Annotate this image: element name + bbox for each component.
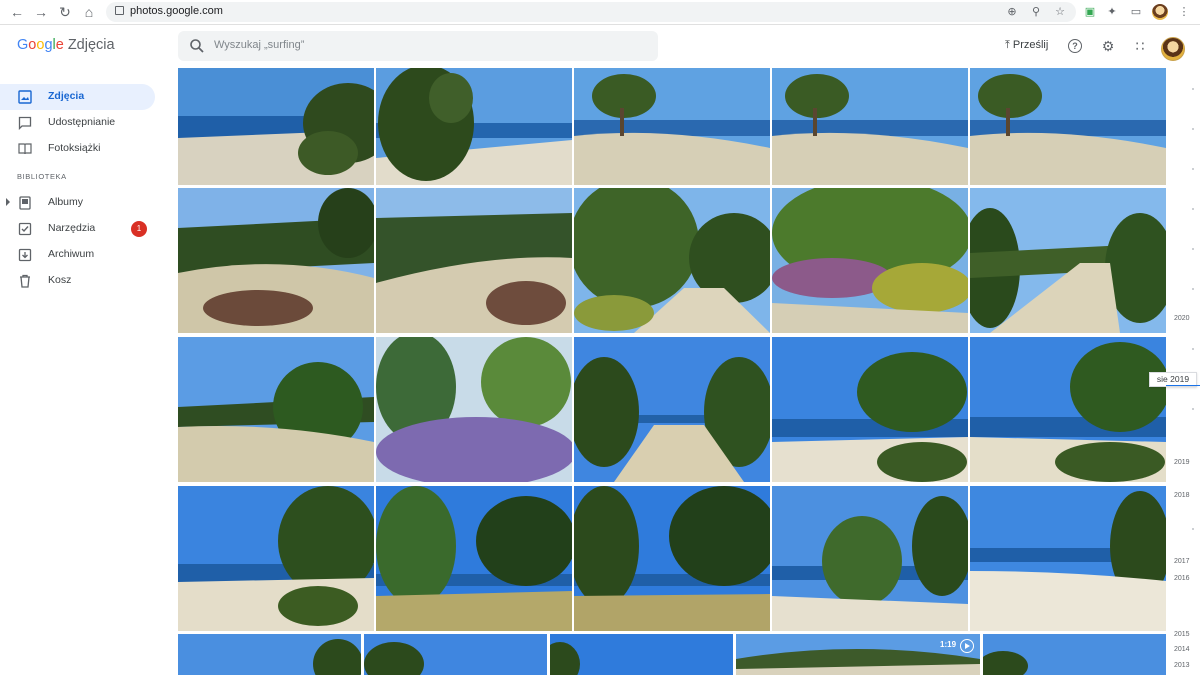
forward-icon[interactable]: → [32, 3, 50, 21]
app-header: Google Zdjęcia Wyszukaj „surfing” ⤒ Prześl… [0, 25, 1200, 67]
settings-gear-icon[interactable]: ⚙ [1099, 37, 1117, 55]
photo-thumbnail[interactable] [550, 634, 733, 675]
zoom-icon[interactable]: ⚲ [1028, 4, 1044, 20]
timeline-dot [1192, 248, 1194, 250]
photo-thumbnail[interactable] [772, 68, 968, 185]
sidebar-item-archive[interactable]: Archiwum [0, 242, 155, 268]
photo-thumbnail[interactable] [772, 188, 968, 333]
browser-toolbar: ← → ↻ ⌂ photos.google.com ⊕ ⚲ ☆ ▣ ✦ ▭ ⋮ [0, 0, 1200, 25]
photo-thumbnail[interactable] [178, 337, 374, 482]
play-icon [960, 639, 974, 653]
timeline-year[interactable]: 2015 [1174, 631, 1190, 638]
photo-thumbnail[interactable] [574, 188, 770, 333]
sidebar-item-photobooks[interactable]: Fotoksiążki [0, 136, 155, 162]
sidebar-item-label: Albumy [48, 196, 84, 208]
sidebar-item-tools[interactable]: Narzędzia 1 [0, 216, 155, 242]
timeline-dot [1192, 128, 1194, 130]
notification-badge: 1 [131, 221, 147, 237]
puzzle-icon[interactable]: ✦ [1104, 4, 1120, 20]
apps-grid-icon[interactable]: ∷ [1131, 37, 1149, 55]
photo-icon [18, 90, 32, 104]
extension-icon[interactable]: ▣ [1082, 4, 1098, 20]
avatar[interactable] [1161, 37, 1185, 61]
product-name: Zdjęcia [67, 37, 115, 53]
timeline-dot [1192, 288, 1194, 290]
book-icon [18, 143, 32, 155]
archive-icon [18, 248, 32, 262]
sidebar-item-trash[interactable]: Kosz [0, 268, 155, 294]
sidebar-item-label: Fotoksiążki [48, 142, 101, 154]
sidebar-item-label: Kosz [48, 274, 72, 286]
photo-thumbnail[interactable] [178, 634, 361, 675]
browser-menu-icon[interactable]: ⋮ [1176, 4, 1192, 20]
add-icon[interactable]: ⊕ [1004, 4, 1020, 20]
browser-profile-avatar[interactable] [1152, 4, 1168, 20]
photo-thumbnail[interactable] [178, 68, 374, 185]
address-bar[interactable]: photos.google.com ⊕ ⚲ ☆ [106, 2, 1076, 22]
photo-thumbnail[interactable] [574, 68, 770, 185]
photo-grid [178, 68, 1168, 675]
photo-thumbnail[interactable] [364, 634, 547, 675]
url-text[interactable]: photos.google.com [130, 5, 223, 17]
photo-thumbnail[interactable] [772, 486, 968, 631]
photo-thumbnail[interactable] [376, 337, 572, 482]
sidebar-item-sharing[interactable]: Udostępnianie [0, 110, 155, 136]
cast-icon[interactable]: ▭ [1128, 4, 1144, 20]
timeline-year[interactable]: 2016 [1174, 575, 1190, 582]
photo-thumbnail[interactable] [970, 68, 1166, 185]
timeline-dot [1192, 208, 1194, 210]
photo-thumbnail[interactable] [376, 188, 572, 333]
sidebar-item-albums[interactable]: Albumy [0, 190, 155, 216]
photo-thumbnail[interactable] [970, 188, 1166, 333]
timeline-dot [1192, 88, 1194, 90]
search-input[interactable]: Wyszukaj „surfing” [214, 39, 304, 51]
video-duration: 1:19 [940, 640, 957, 649]
sidebar-item-label: Udostępnianie [48, 116, 116, 128]
photo-thumbnail[interactable] [376, 68, 572, 185]
timeline-dot [1192, 408, 1194, 410]
album-icon [19, 196, 31, 210]
timeline-year[interactable]: 2019 [1174, 459, 1190, 466]
timeline-year[interactable]: 2017 [1174, 558, 1190, 565]
back-icon[interactable]: ← [8, 3, 26, 21]
photo-thumbnail[interactable] [983, 634, 1166, 675]
photo-thumbnail[interactable] [178, 188, 374, 333]
photo-thumbnail[interactable] [970, 337, 1166, 482]
section-label-library: BIBLIOTEKA [17, 172, 67, 181]
tools-icon [18, 222, 32, 236]
sidebar-item-photos[interactable]: Zdjęcia [0, 84, 155, 110]
search-icon [190, 39, 204, 53]
expand-arrow-icon[interactable] [6, 198, 10, 206]
lock-icon [115, 6, 124, 15]
timeline-dot [1192, 348, 1194, 350]
photo-thumbnail[interactable] [178, 486, 374, 631]
reload-icon[interactable]: ↻ [56, 3, 74, 21]
help-icon[interactable]: ? [1068, 39, 1082, 53]
sidebar-item-label: Narzędzia [48, 222, 96, 234]
timeline-year[interactable]: 2014 [1174, 646, 1190, 653]
timeline-year[interactable]: 2020 [1174, 315, 1190, 322]
photo-thumbnail[interactable] [574, 337, 770, 482]
trash-icon [20, 274, 30, 288]
photo-thumbnail[interactable] [376, 486, 572, 631]
search-bar[interactable]: Wyszukaj „surfing” [178, 31, 658, 61]
photo-thumbnail[interactable] [970, 486, 1166, 631]
sidebar-item-label: Archiwum [48, 248, 95, 260]
sidebar-item-label: Zdjęcia [48, 90, 85, 102]
timeline-dot [1192, 168, 1194, 170]
photo-thumbnail[interactable] [772, 337, 968, 482]
upload-label: Prześlij [1012, 39, 1049, 51]
timeline-year[interactable]: 2018 [1174, 492, 1190, 499]
timeline-dot [1192, 528, 1194, 530]
photo-thumbnail[interactable] [574, 486, 770, 631]
timeline-position-indicator [1166, 385, 1200, 386]
sidebar: Zdjęcia Udostępnianie Fotoksiążki BIBLIO… [0, 68, 170, 675]
upload-button[interactable]: ⤒ Prześlij [1005, 39, 1048, 52]
upload-icon: ⤒ [1005, 39, 1010, 51]
chat-bubble-icon [18, 116, 32, 130]
google-photos-logo[interactable]: Google Zdjęcia [17, 37, 115, 53]
bookmark-star-icon[interactable]: ☆ [1052, 4, 1068, 20]
home-icon[interactable]: ⌂ [80, 3, 98, 21]
timeline-year[interactable]: 2013 [1174, 662, 1190, 669]
